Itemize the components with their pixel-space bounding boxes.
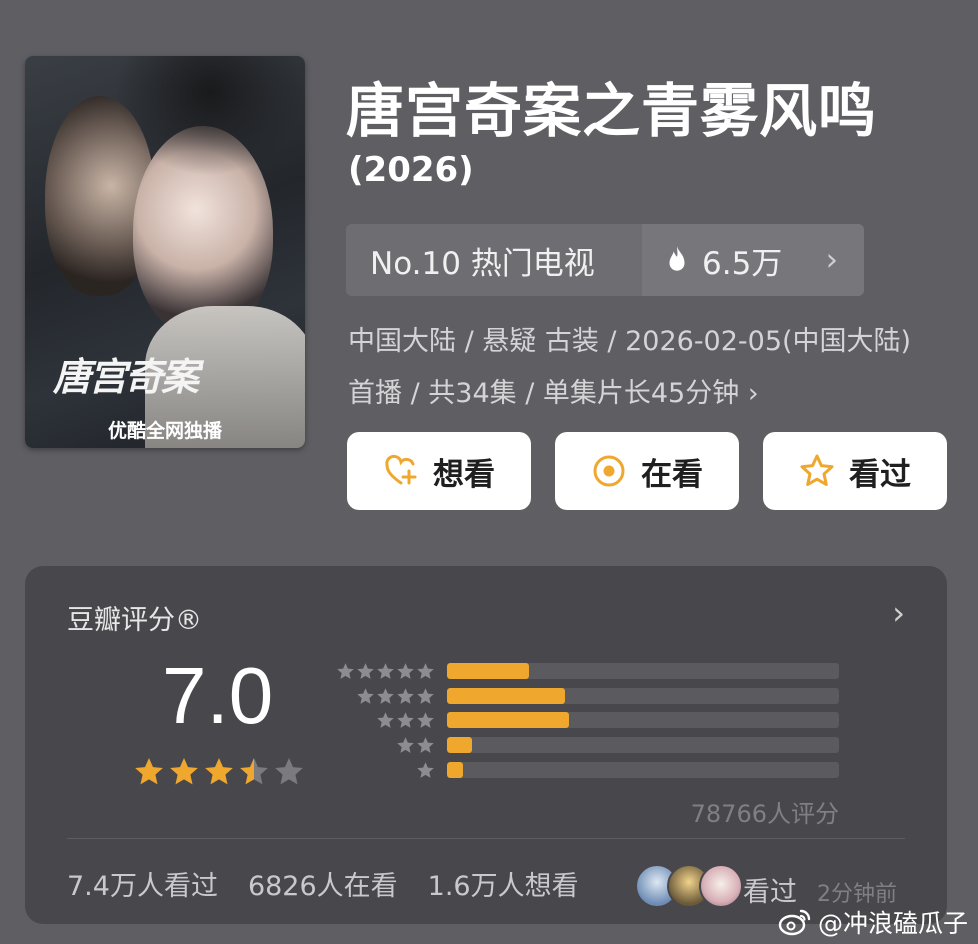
want-count[interactable]: 1.6万人想看 xyxy=(428,864,579,903)
rating-score: 7.0 xyxy=(162,651,274,740)
small-star-icon xyxy=(417,761,434,778)
distribution-bar-5 xyxy=(447,663,839,679)
dist-stars-2 xyxy=(331,736,435,755)
bar-fill-2 xyxy=(447,737,473,753)
small-star-icon xyxy=(417,662,434,679)
show-year: (2026) xyxy=(348,150,474,190)
watching-label: 在看 xyxy=(641,456,703,493)
watched-count[interactable]: 7.4万人看过 xyxy=(67,864,218,903)
poster-image[interactable]: 唐宫奇案 优酷全网独播 xyxy=(25,56,305,448)
dist-stars-1 xyxy=(331,761,435,780)
rating-count: 78766人评分 xyxy=(690,800,839,828)
distribution-row-3 xyxy=(331,709,839,731)
weibo-icon xyxy=(778,909,811,936)
want-to-watch-button[interactable]: 想看 xyxy=(347,432,531,510)
rating-header: 豆瓣评分® xyxy=(67,605,202,636)
small-star-icon xyxy=(337,662,354,679)
small-star-icon xyxy=(377,711,394,728)
watching-button[interactable]: 在看 xyxy=(555,432,739,510)
poster-hair xyxy=(115,56,305,176)
star-empty-icon xyxy=(275,758,303,785)
small-star-icon xyxy=(397,662,414,679)
small-star-icon xyxy=(357,687,374,704)
star-filled-icon xyxy=(170,758,198,785)
small-star-icon xyxy=(357,662,374,679)
dist-stars-5 xyxy=(331,662,435,681)
chevron-right-icon: › xyxy=(825,242,838,278)
chevron-right-icon[interactable]: › xyxy=(892,594,905,632)
distribution-row-1 xyxy=(331,759,839,781)
divider xyxy=(67,838,905,839)
dist-stars-3 xyxy=(331,711,435,730)
rating-stars xyxy=(133,756,305,788)
distribution-bar-4 xyxy=(447,688,839,704)
flame-icon xyxy=(669,246,685,271)
friend-avatars[interactable] xyxy=(635,864,743,908)
show-title: 唐宫奇案之青雾风鸣 xyxy=(346,77,878,145)
watching-count[interactable]: 6826人在看 xyxy=(248,864,398,903)
show-meta-info[interactable]: 中国大陆 / 悬疑 古装 / 2026-02-05(中国大陆)首播 / 共34集… xyxy=(348,316,938,420)
poster-platform-text: 优酷全网独播 xyxy=(107,420,222,442)
ranking-banner[interactable]: No.10 热门电视 6.5万 › xyxy=(346,224,864,296)
small-star-icon xyxy=(417,736,434,753)
watched-label: 看过 xyxy=(849,456,911,493)
small-star-icon xyxy=(397,711,414,728)
distribution-bar-2 xyxy=(447,737,839,753)
avatar xyxy=(699,864,743,908)
star-half-icon xyxy=(240,758,268,785)
watched-button[interactable]: 看过 xyxy=(763,432,947,510)
want-label: 想看 xyxy=(433,456,495,493)
bar-fill-4 xyxy=(447,688,565,704)
star-filled-icon xyxy=(135,758,163,785)
star-filled-icon xyxy=(205,758,233,785)
distribution-row-2 xyxy=(331,734,839,756)
small-star-icon xyxy=(417,711,434,728)
weibo-watermark: @冲浪磕瓜子 xyxy=(778,904,968,940)
bar-fill-5 xyxy=(447,663,530,679)
target-icon xyxy=(593,455,625,487)
poster-title-art: 唐宫奇案 xyxy=(53,354,199,399)
small-star-icon xyxy=(417,687,434,704)
rank-label: No.10 热门电视 xyxy=(370,245,595,282)
dist-stars-4 xyxy=(331,687,435,706)
heat-section[interactable]: 6.5万 › xyxy=(642,224,864,296)
watch-stats: 7.4万人看过 6826人在看 1.6万人想看 xyxy=(67,864,579,903)
bar-fill-3 xyxy=(447,712,569,728)
heat-value: 6.5万 xyxy=(702,245,783,282)
small-star-icon xyxy=(397,687,414,704)
rating-card[interactable]: 豆瓣评分® › 7.0 78766人评分 7.4万人看过 6826人在看 1.6… xyxy=(25,566,947,924)
distribution-row-5 xyxy=(331,660,839,682)
watermark-text: @冲浪磕瓜子 xyxy=(817,909,968,938)
distribution-row-4 xyxy=(331,685,839,707)
star-outline-icon xyxy=(800,454,834,486)
small-star-icon xyxy=(377,662,394,679)
bar-fill-1 xyxy=(447,762,463,778)
heart-plus-icon xyxy=(385,454,417,485)
distribution-bar-3 xyxy=(447,712,839,728)
small-star-icon xyxy=(377,687,394,704)
small-star-icon xyxy=(397,736,414,753)
distribution-bar-1 xyxy=(447,762,839,778)
